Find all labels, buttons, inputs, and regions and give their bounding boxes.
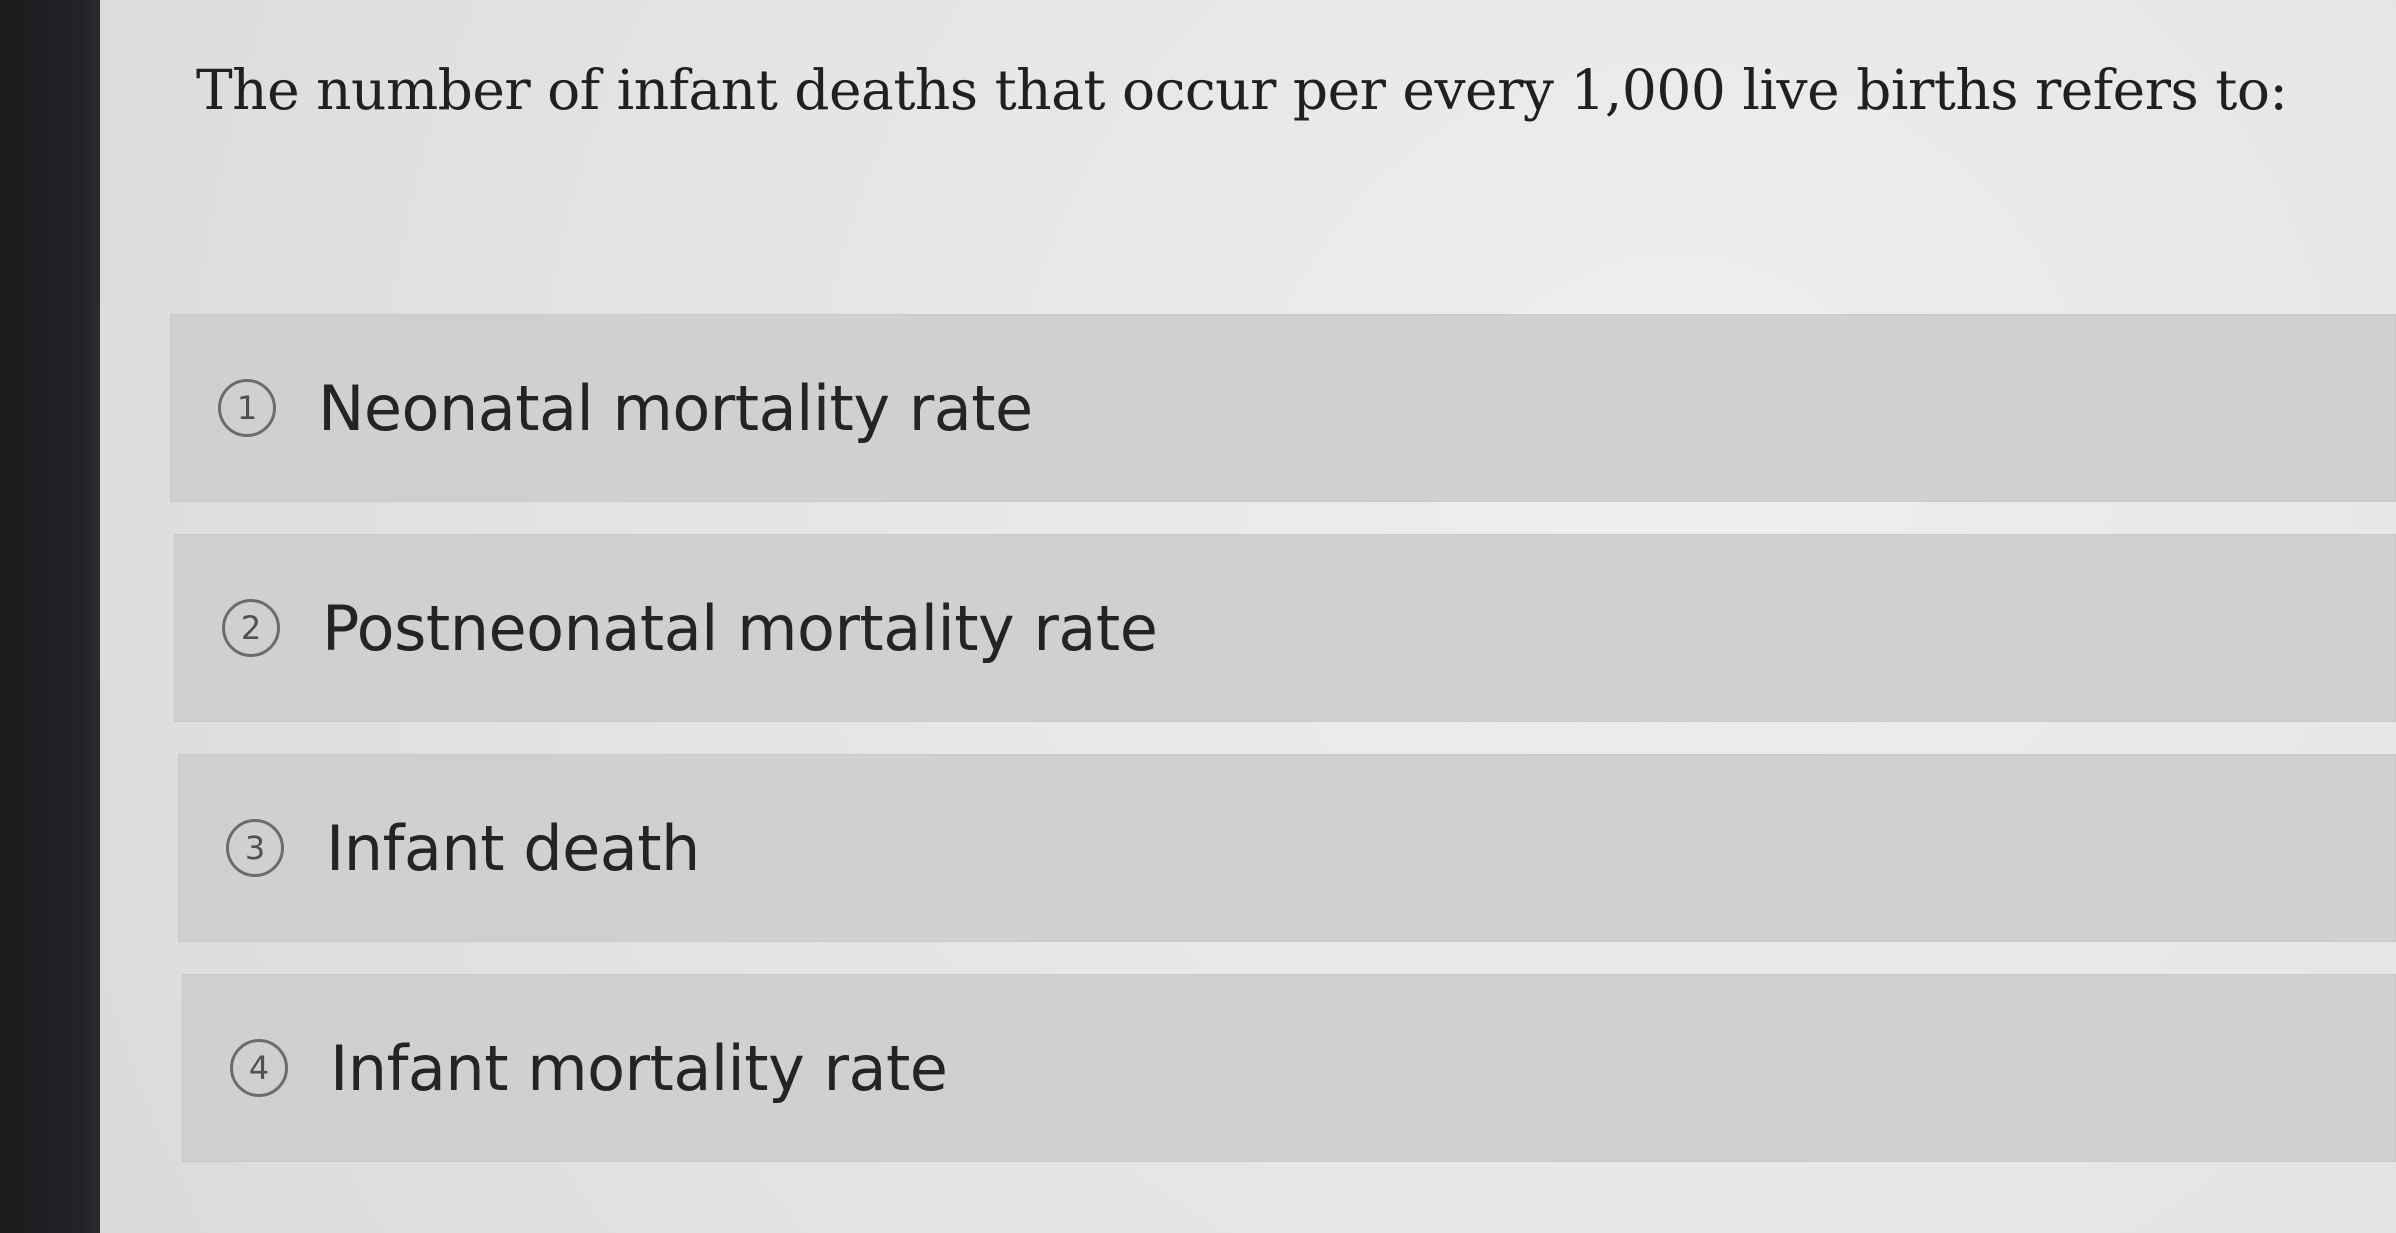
- monitor-bezel: [0, 0, 100, 1233]
- answer-option-1[interactable]: 1 Neonatal mortality rate: [170, 314, 2396, 502]
- option-label: Neonatal mortality rate: [318, 371, 1033, 445]
- option-label: Infant death: [326, 811, 700, 885]
- option-number-badge: 3: [226, 819, 284, 877]
- answer-option-4[interactable]: 4 Infant mortality rate: [182, 974, 2396, 1162]
- option-label: Postneonatal mortality rate: [322, 591, 1158, 665]
- option-number-badge: 2: [222, 599, 280, 657]
- quiz-content: The number of infant deaths that occur p…: [100, 0, 2396, 1233]
- question-text: The number of infant deaths that occur p…: [196, 58, 2288, 122]
- option-number-badge: 4: [230, 1039, 288, 1097]
- screen: The number of infant deaths that occur p…: [0, 0, 2396, 1233]
- option-label: Infant mortality rate: [330, 1031, 948, 1105]
- option-number-badge: 1: [218, 379, 276, 437]
- answer-options: 1 Neonatal mortality rate 2 Postneonatal…: [170, 314, 2396, 1194]
- answer-option-2[interactable]: 2 Postneonatal mortality rate: [174, 534, 2396, 722]
- answer-option-3[interactable]: 3 Infant death: [178, 754, 2396, 942]
